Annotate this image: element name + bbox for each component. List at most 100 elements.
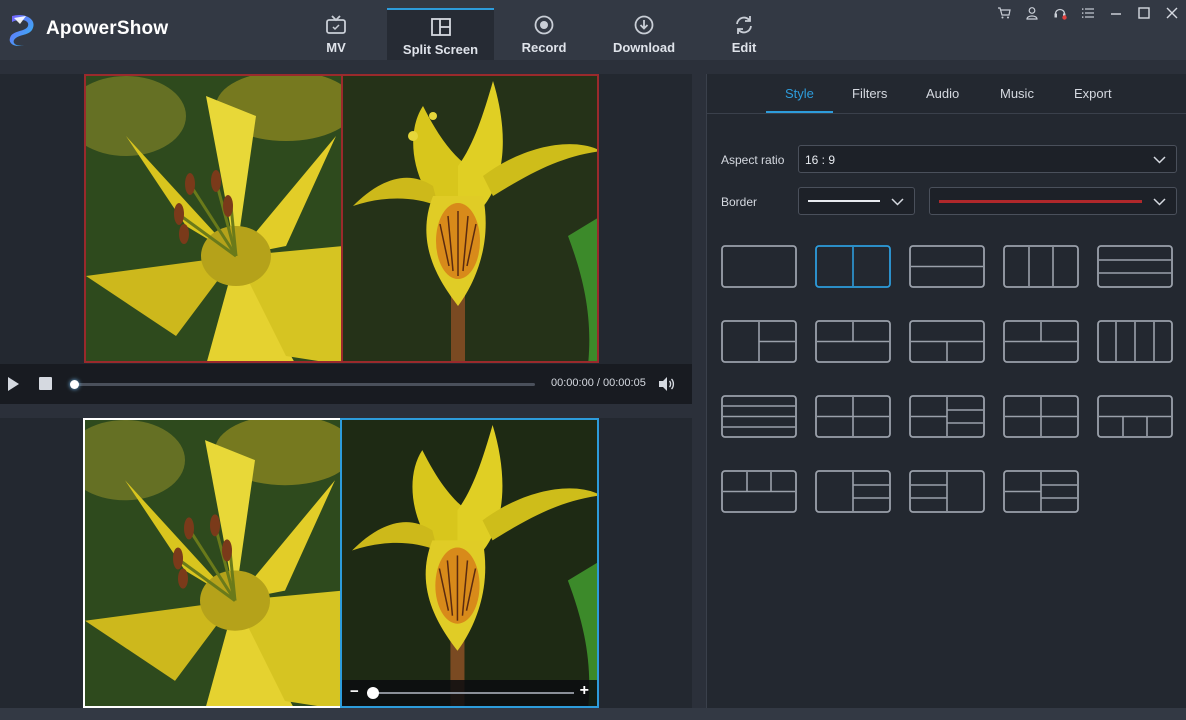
nav-tab-mv[interactable]: MV (296, 8, 376, 60)
aspect-ratio-select[interactable]: 16 : 9 (798, 145, 1177, 173)
download-icon (634, 15, 654, 35)
support-button[interactable] (1046, 2, 1074, 24)
zoom-handle[interactable] (367, 687, 379, 699)
nav-tab-edit[interactable]: Edit (712, 8, 776, 60)
lily-image (86, 76, 342, 361)
nav-tab-split-screen[interactable]: Split Screen (387, 8, 494, 60)
border-color-select[interactable] (929, 187, 1177, 215)
refresh-icon (736, 16, 752, 34)
split-screen-icon (430, 18, 451, 36)
stop-button[interactable] (39, 377, 52, 390)
nav-tab-download[interactable]: Download (600, 8, 688, 60)
layout-option[interactable] (1003, 320, 1079, 363)
iris-image (343, 76, 597, 361)
window-controls (990, 2, 1186, 24)
iris-image (342, 420, 597, 706)
layout-thumbnail-icon (815, 470, 891, 513)
nav-label: Record (521, 40, 567, 55)
close-icon (1166, 7, 1178, 19)
lily-image (85, 420, 341, 706)
layout-option[interactable] (1097, 320, 1173, 363)
tab-filters[interactable]: Filters (852, 86, 887, 101)
border-label: Border (721, 195, 758, 209)
maximize-button[interactable] (1130, 2, 1158, 24)
layout-thumbnail-icon (1003, 395, 1079, 438)
chevron-down-icon (891, 198, 904, 206)
zoom-in-icon[interactable]: + (580, 682, 589, 700)
border-style-select[interactable] (798, 187, 915, 215)
edit-cell-iris[interactable]: − + (340, 418, 599, 708)
layout-thumbnail-icon (909, 395, 985, 438)
layout-thumbnail-icon (1003, 320, 1079, 363)
user-button[interactable] (1018, 2, 1046, 24)
layout-thumbnail-icon (909, 470, 985, 513)
layout-thumbnail-icon (909, 245, 985, 288)
zoom-out-icon[interactable]: − (350, 683, 359, 700)
layout-thumbnail-icon (815, 245, 891, 288)
layout-option[interactable] (909, 245, 985, 288)
nav-label: MV (326, 40, 346, 55)
layout-option[interactable] (1003, 470, 1079, 513)
layout-option[interactable] (1003, 245, 1079, 288)
border-style-sample (808, 200, 880, 202)
layout-thumbnail-icon (1097, 395, 1173, 438)
zoom-slider[interactable] (370, 692, 574, 694)
nav-label: Split Screen (402, 42, 479, 57)
tab-audio[interactable]: Audio (926, 86, 959, 101)
timecode: 00:00:00 / 00:00:05 (551, 377, 646, 389)
volume-icon[interactable] (657, 375, 675, 393)
app-window: ApowerShow MV Split Screen Record Downlo… (0, 0, 1186, 720)
chevron-down-icon (1153, 198, 1166, 206)
title-bar: ApowerShow MV Split Screen Record Downlo… (0, 0, 1186, 60)
edit-cell-lily[interactable] (83, 418, 341, 708)
cart-button[interactable] (990, 2, 1018, 24)
layout-thumbnail-icon (1097, 320, 1173, 363)
layout-thumbnail-icon (721, 320, 797, 363)
layout-thumbnail-icon (815, 395, 891, 438)
layout-option[interactable] (1097, 395, 1173, 438)
user-icon (1026, 7, 1038, 20)
progress-slider[interactable] (73, 383, 535, 386)
tab-music[interactable]: Music (1000, 86, 1034, 101)
layout-option[interactable] (815, 395, 891, 438)
tab-export[interactable]: Export (1074, 86, 1112, 101)
zoom-control: − + (342, 680, 597, 706)
minimize-button[interactable] (1102, 2, 1130, 24)
aspect-ratio-value: 16 : 9 (805, 153, 836, 167)
aspect-ratio-label: Aspect ratio (721, 153, 785, 167)
layout-option[interactable] (1003, 395, 1079, 438)
preview-cell-lily[interactable] (84, 74, 342, 363)
play-icon[interactable] (6, 376, 20, 392)
layout-option[interactable] (721, 320, 797, 363)
chevron-down-icon (1153, 156, 1166, 164)
player-controls: 00:00:00 / 00:00:05 (0, 364, 692, 404)
layout-option[interactable] (815, 320, 891, 363)
layout-option[interactable] (909, 395, 985, 438)
tv-icon (326, 15, 346, 34)
layout-option[interactable] (721, 470, 797, 513)
layout-thumbnail-icon (909, 320, 985, 363)
layout-option[interactable] (815, 470, 891, 513)
layout-thumbnail-icon (721, 245, 797, 288)
nav-tab-record[interactable]: Record (504, 8, 584, 60)
menu-icon (1082, 8, 1094, 18)
layout-thumbnail-icon (815, 320, 891, 363)
preview-cell-iris[interactable] (341, 74, 599, 363)
progress-handle[interactable] (70, 380, 79, 389)
layout-option[interactable] (909, 470, 985, 513)
layout-thumbnail-icon (721, 395, 797, 438)
layout-thumbnail-icon (721, 470, 797, 513)
layout-option[interactable] (721, 395, 797, 438)
menu-button[interactable] (1074, 2, 1102, 24)
nav-label: Download (612, 40, 676, 55)
layout-option[interactable] (815, 245, 891, 288)
layout-option[interactable] (1097, 245, 1173, 288)
maximize-icon (1138, 7, 1150, 19)
settings-panel: Style Filters Audio Music Export Aspect … (706, 74, 1186, 708)
close-button[interactable] (1158, 2, 1186, 24)
layout-thumbnail-icon (1003, 245, 1079, 288)
tab-style[interactable]: Style (785, 86, 814, 101)
layout-option[interactable] (909, 320, 985, 363)
status-strip (0, 708, 1186, 720)
layout-option[interactable] (721, 245, 797, 288)
